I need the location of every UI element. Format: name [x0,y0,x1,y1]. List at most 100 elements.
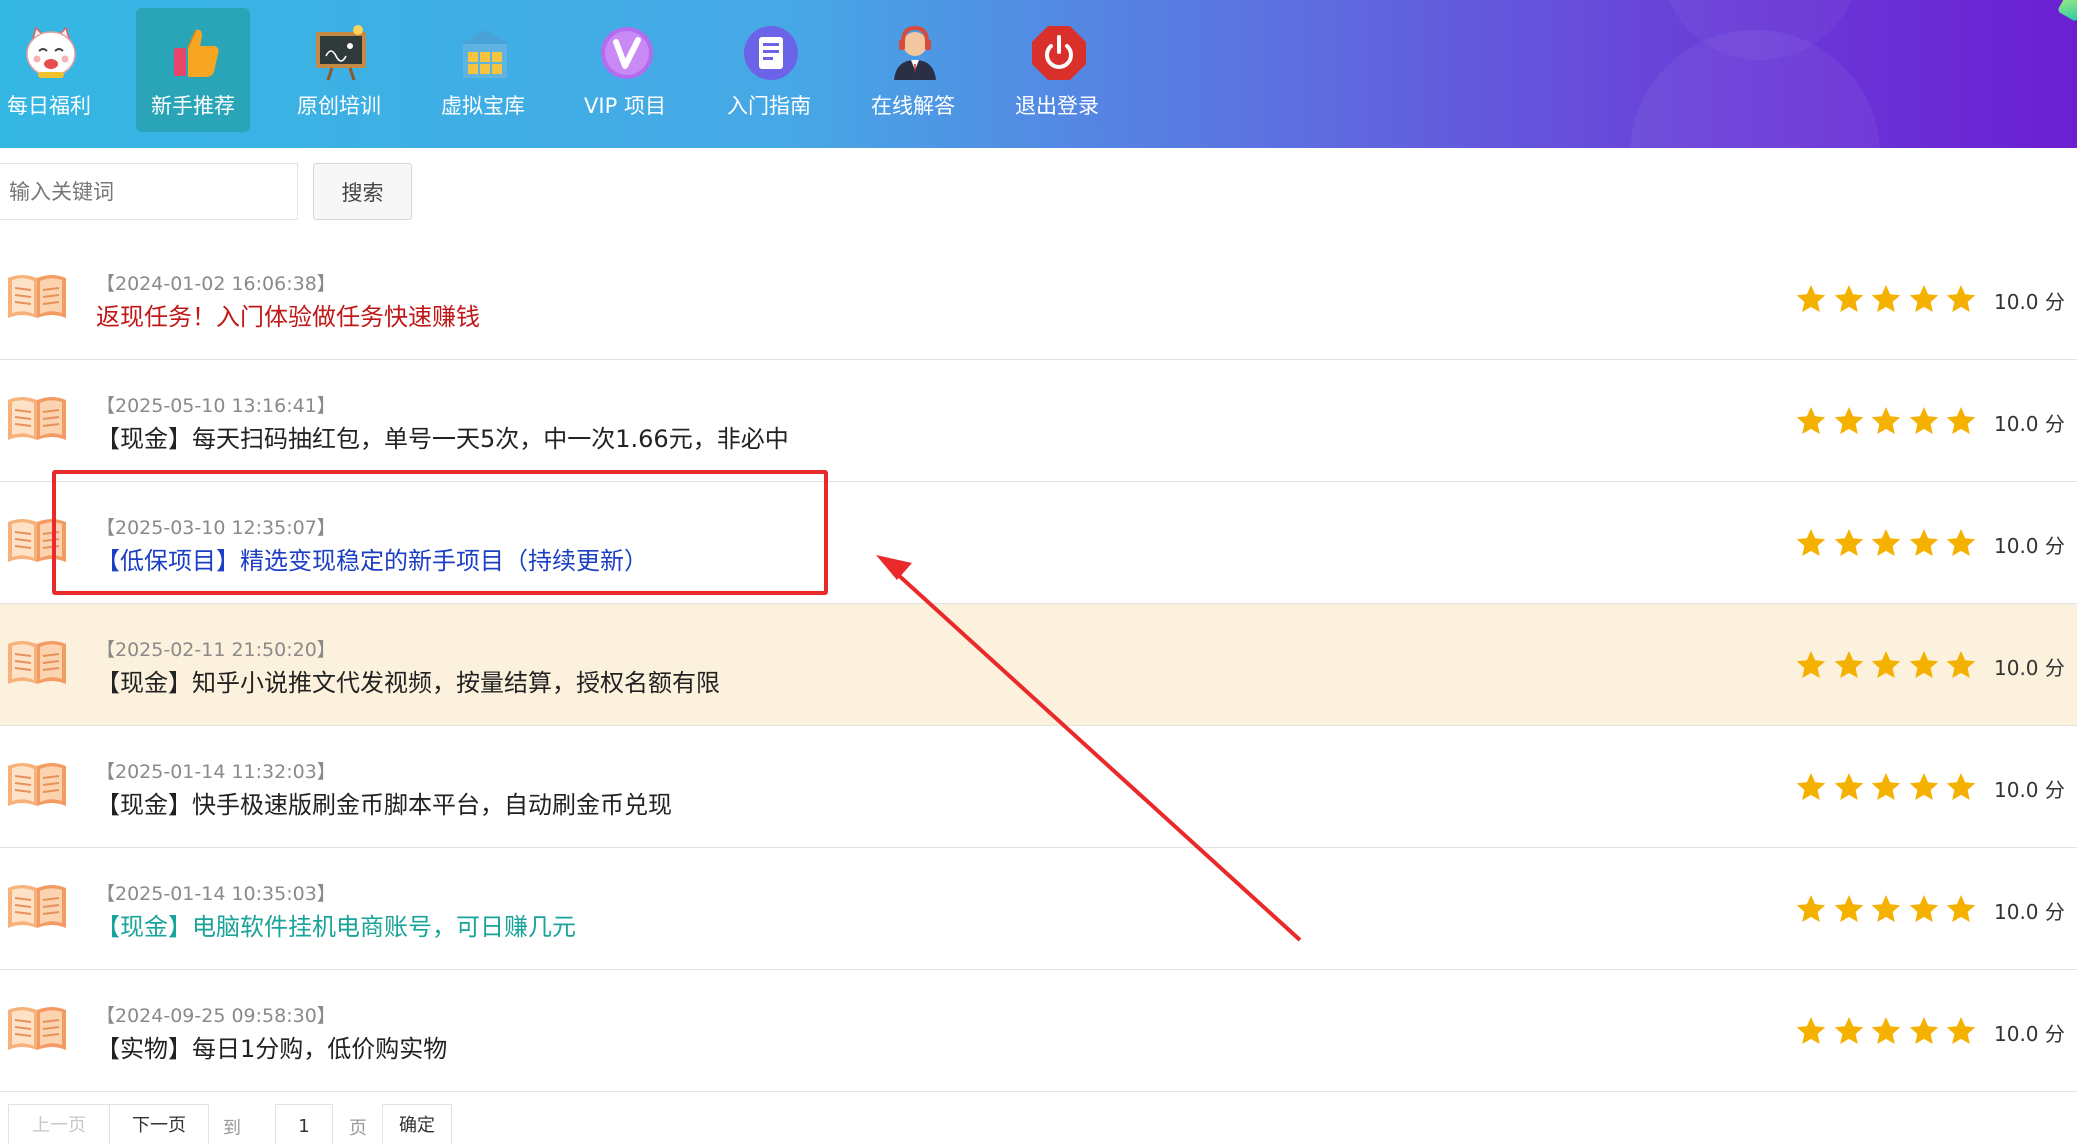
prev-page-button[interactable]: 上一页 [8,1104,110,1144]
star-icon [1871,529,1901,556]
article-list: 【2024-01-02 16:06:38】 返现任务！入门体验做任务快速赚钱 10.… [0,238,2077,1092]
page-number-input[interactable] [275,1104,333,1144]
nav-item-beginner-guide[interactable]: 入门指南 [712,8,826,132]
power-icon [1032,26,1086,80]
item-title-link[interactable]: 【现金】每天扫码抽红包，单号一天5次，中一次1.66元，非必中 [96,419,789,454]
list-item[interactable]: 【2025-01-14 11:32:03】 【现金】快手极速版刷金币脚本平台，自动… [0,726,2077,848]
item-title-link[interactable]: 返现任务！入门体验做任务快速赚钱 [96,297,480,332]
star-icon [1834,529,1863,556]
star-icon [1946,529,1976,556]
star-rating [1795,405,1995,439]
item-date: 【2024-09-25 09:58:30】 [96,1005,336,1027]
star-rating [1795,649,1995,683]
star-icon [1946,407,1976,434]
next-page-button[interactable]: 下一页 [109,1104,209,1144]
nav-label: 虚拟宝库 [441,94,525,118]
star-icon [1871,773,1901,800]
corner-decoration [2056,0,2077,23]
list-item[interactable]: 【2025-02-11 21:50:20】 【现金】知乎小说推文代发视频，按量结算… [0,604,2077,726]
confirm-page-button[interactable]: 确定 [382,1104,452,1144]
star-icon [1871,285,1901,312]
item-score: 10.0 分 [1994,900,2065,924]
star-icon [1946,773,1976,800]
nav-item-daily-welfare[interactable]: 每日福利 [0,8,106,132]
nav-item-vip-project[interactable]: VIP 项目 [568,8,682,132]
open-book-icon [8,519,66,562]
open-book-icon [8,1007,66,1050]
nav-item-logout[interactable]: 退出登录 [1000,8,1114,132]
open-book-icon [8,885,66,928]
nav-label: VIP 项目 [584,94,666,118]
item-score: 10.0 分 [1994,1022,2065,1046]
open-book-icon [8,763,66,806]
list-item[interactable]: 【2025-03-10 12:35:07】 【低保项目】精选变现稳定的新手项目（持… [0,482,2077,604]
search-input[interactable] [0,163,298,220]
list-item[interactable]: 【2025-01-14 10:35:03】 【现金】电脑软件挂机电商账号，可日赚几… [0,848,2077,970]
star-icon [1834,651,1863,678]
star-rating [1795,1015,1995,1049]
nav-label: 退出登录 [1015,94,1099,118]
item-title-link[interactable]: 【现金】知乎小说推文代发视频，按量结算，授权名额有限 [96,663,720,698]
star-icon [1871,1017,1901,1044]
open-book-icon [8,397,66,440]
nav-label: 每日福利 [7,94,91,118]
warehouse-icon [460,30,510,78]
nav-item-newbie-recommend[interactable]: 新手推荐 [136,8,250,132]
item-title-link[interactable]: 【低保项目】精选变现稳定的新手项目（持续更新） [96,541,648,576]
thumbs-up-icon [174,29,219,78]
item-date: 【2025-02-11 21:50:20】 [96,639,336,661]
nav-item-online-answers[interactable]: 在线解答 [856,8,970,132]
star-icon [1909,285,1938,312]
star-icon [1834,285,1863,312]
lucky-cat-icon [26,26,76,78]
goto-label: 到第 [223,1118,241,1139]
star-icon [1834,895,1863,922]
star-icon [1796,529,1826,556]
item-date: 【2025-01-14 10:35:03】 [96,883,336,905]
vip-icon [601,27,653,79]
list-item[interactable]: 【2024-01-02 16:06:38】 返现任务！入门体验做任务快速赚钱 10.… [0,238,2077,360]
star-icon [1796,651,1826,678]
star-icon [1946,651,1976,678]
star-rating [1795,893,1995,927]
document-icon [744,26,798,80]
open-book-icon [8,641,66,684]
item-date: 【2025-05-10 13:16:41】 [96,395,336,417]
star-icon [1834,407,1863,434]
item-score: 10.0 分 [1994,534,2065,558]
page-suffix-label: 页 [349,1118,367,1139]
star-icon [1909,773,1938,800]
open-book-icon [8,275,66,318]
star-icon [1796,285,1826,312]
item-title-link[interactable]: 【现金】快手极速版刷金币脚本平台，自动刷金币兑现 [96,785,672,820]
nav-label: 新手推荐 [151,94,235,118]
nav-item-virtual-treasury[interactable]: 虚拟宝库 [426,8,540,132]
star-icon [1946,1017,1976,1044]
star-rating [1795,283,1995,317]
search-button[interactable]: 搜索 [313,163,412,220]
item-date: 【2025-01-14 11:32:03】 [96,761,336,783]
nav-label: 在线解答 [871,94,955,118]
list-item[interactable]: 【2025-05-10 13:16:41】 【现金】每天扫码抽红包，单号一天5次，… [0,360,2077,482]
star-icon [1909,1017,1938,1044]
item-score: 10.0 分 [1994,778,2065,802]
star-icon [1834,1017,1863,1044]
star-icon [1871,651,1901,678]
star-icon [1946,895,1976,922]
nav-item-original-training[interactable]: 原创培训 [282,8,396,132]
item-title-link[interactable]: 【实物】每日1分购，低价购实物 [96,1029,447,1064]
item-score: 10.0 分 [1994,412,2065,436]
star-rating [1795,527,1995,561]
star-icon [1796,773,1826,800]
nav-label: 入门指南 [727,94,811,118]
list-item[interactable]: 【2024-09-25 09:58:30】 【实物】每日1分购，低价购实物 10.0… [0,970,2077,1092]
star-icon [1909,651,1938,678]
blackboard-icon [316,25,366,81]
star-rating [1795,771,1995,805]
item-date: 【2024-01-02 16:06:38】 [96,273,336,295]
item-date: 【2025-03-10 12:35:07】 [96,517,336,539]
star-icon [1871,407,1901,434]
star-icon [1834,773,1863,800]
item-title-link[interactable]: 【现金】电脑软件挂机电商账号，可日赚几元 [96,907,576,942]
star-icon [1909,407,1938,434]
